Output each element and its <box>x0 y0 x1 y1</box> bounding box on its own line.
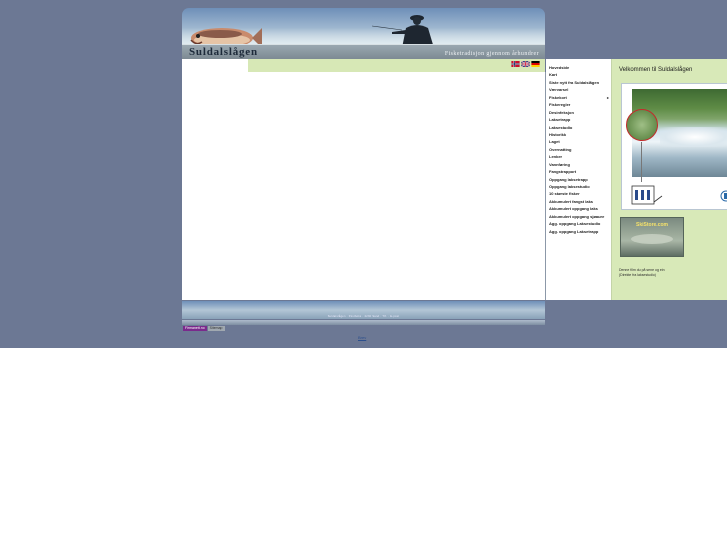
nav-item-label: Hovedside <box>549 65 570 70</box>
nav-item[interactable]: 10 største fisker <box>549 190 611 197</box>
nav-item[interactable]: Akkumulert oppgang sjøaure <box>549 213 611 220</box>
nav-item[interactable]: Laksetrapp <box>549 116 611 123</box>
nav-item[interactable]: Siste nytt fra Suldalslågen <box>549 79 611 86</box>
fish-counter-diagram-icon <box>631 185 727 205</box>
nav-item-label: Laget <box>549 139 560 145</box>
nav-item-label: Overnatting <box>549 146 572 152</box>
nav-list: Hovedside Kart Siste nytt fra Suldalslågen… <box>546 59 611 235</box>
nav-item-label: Laksestudio <box>549 124 573 130</box>
norway-flag-icon[interactable] <box>511 61 520 67</box>
site-title: Suldalslågen <box>189 46 258 58</box>
nav-item-label: Akkumulert oppgang sjøaure <box>549 213 605 219</box>
nav-item-label: Fangstrapport <box>549 169 577 175</box>
footer-badges: Firmanett.no Sitemap <box>183 326 225 331</box>
pointer-line <box>641 142 642 182</box>
nav-item[interactable]: Hovedside <box>549 64 611 71</box>
nav-item[interactable]: Værvarsel <box>549 86 611 93</box>
welcome-heading: Velkommen til Suldalslågen <box>619 67 693 73</box>
germany-flag-icon[interactable] <box>531 61 540 67</box>
nav-item[interactable]: Agg. oppgang Laksestudio <box>549 220 611 227</box>
welcome-panel: Velkommen til Suldalslågen SkiStore.com … <box>612 59 727 300</box>
footer-banner: Suldalslågen · Postboks · 4230 Sand · Tl… <box>182 301 545 319</box>
nav-item[interactable]: Oppgang laksestudio <box>549 183 611 190</box>
left-tab <box>182 59 249 72</box>
nav-item[interactable]: Oppgang laksetrapp <box>549 176 611 183</box>
nav-item-label: Oppgang laksetrapp <box>549 176 588 182</box>
nav-item-label: Siste nytt fra Suldalslågen <box>549 79 600 85</box>
nav-item[interactable]: Vannføring <box>549 161 611 168</box>
nav-item[interactable]: Akkumulert fangst laks <box>549 198 611 205</box>
nav-item[interactable]: Kart <box>549 71 611 78</box>
nav-item-label: Agg. oppgang Laksestudio <box>549 221 601 227</box>
nav-item-label: Agg. oppgang Laksetrapp <box>549 228 599 234</box>
ad-fish-image <box>631 234 673 244</box>
nav-item[interactable]: Fiskeregler <box>549 101 611 108</box>
nav-item[interactable]: Historikk <box>549 131 611 138</box>
bottom-link[interactable]: Brev <box>358 335 366 340</box>
fisherman-silhouette-icon <box>372 15 434 48</box>
river-photo-box[interactable] <box>621 83 727 210</box>
magnifier-circle-icon <box>626 109 658 141</box>
nav-item-label: Oppgang laksestudio <box>549 184 590 189</box>
nav-item[interactable]: Akkumulert oppgang laks <box>549 205 611 212</box>
main-content-area <box>182 72 546 300</box>
skistore-ad[interactable]: SkiStore.com <box>620 217 684 257</box>
nav-item-label: Desinfeksjon <box>549 109 574 115</box>
welcome-text-line2: (Direkte fra laksestudio) <box>619 273 656 277</box>
nav-item-label: Historikk <box>549 131 567 137</box>
ad-brand: SkiStore.com <box>636 222 668 228</box>
nav-item[interactable]: Fiskekort ▸ <box>549 94 611 101</box>
sitemap-badge[interactable]: Sitemap <box>207 326 225 331</box>
nav-item[interactable]: Desinfeksjon <box>549 109 611 116</box>
nav-item-label: Lenker <box>549 154 563 160</box>
language-bar <box>248 59 545 72</box>
site-slogan: Fisketradisjon gjennom århundrer <box>444 51 539 57</box>
nav-item[interactable]: Agg. oppgang Laksetrapp <box>549 228 611 235</box>
site-banner: Suldalslågen Fisketradisjon gjennom århu… <box>182 8 545 59</box>
nav-item-label: 10 største fisker <box>549 191 580 197</box>
nav-item-label: Vannføring <box>549 161 570 167</box>
firmanett-badge[interactable]: Firmanett.no <box>183 326 207 331</box>
nav-item-label: Fiskeregler <box>549 102 571 108</box>
nav-item-label: Kart <box>549 72 558 78</box>
uk-flag-icon[interactable] <box>521 61 530 67</box>
main-navigation: Hovedside Kart Siste nytt fra Suldalslågen… <box>546 59 612 300</box>
footer-info: Suldalslågen · Postboks · 4230 Sand · Tl… <box>327 315 400 318</box>
nav-item[interactable]: Fangstrapport <box>549 168 611 175</box>
nav-item[interactable]: Overnatting <box>549 146 611 153</box>
language-flags <box>511 61 540 67</box>
submenu-arrow-icon: ▸ <box>606 94 609 100</box>
nav-item-label: Akkumulert fangst laks <box>549 198 594 204</box>
waterfall-foam <box>660 127 727 147</box>
nav-item-label: Laksetrapp <box>549 117 571 123</box>
nav-item-label: Akkumulert oppgang laks <box>549 206 598 212</box>
nav-item[interactable]: Laget <box>549 138 611 145</box>
nav-item[interactable]: Lenker <box>549 153 611 160</box>
nav-item[interactable]: Laksestudio <box>549 124 611 131</box>
welcome-text: Denne film du på sene og ein (Direkte fr… <box>619 268 665 278</box>
footer-line <box>182 320 545 325</box>
nav-item-label: Værvarsel <box>549 87 569 93</box>
nav-item-label: Fiskekort <box>549 94 567 100</box>
